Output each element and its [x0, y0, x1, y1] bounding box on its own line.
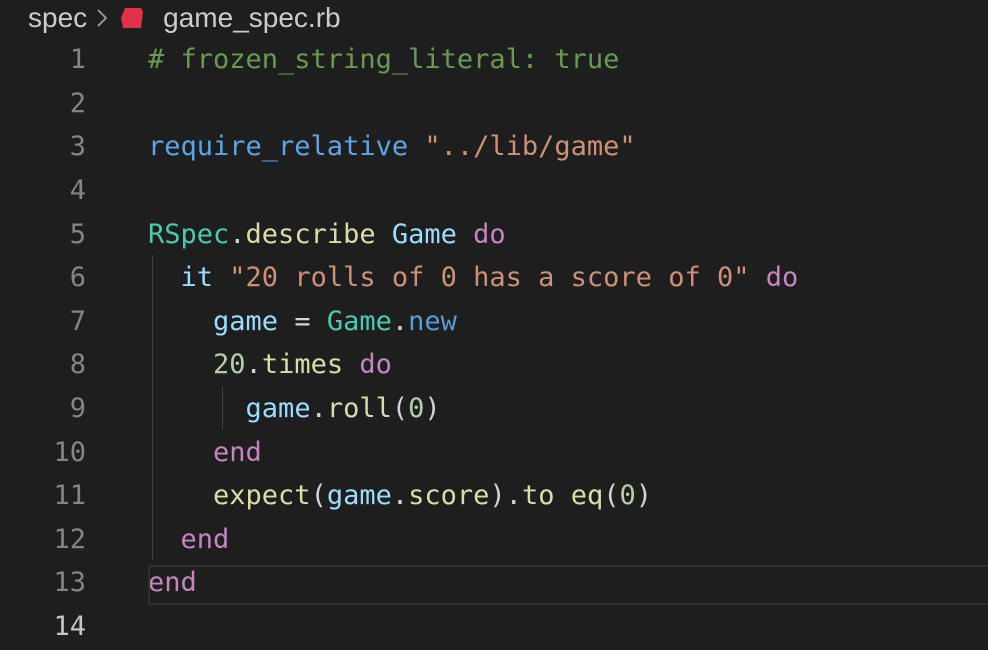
code-line[interactable]: 2	[0, 82, 988, 126]
line-number: 7	[69, 305, 86, 337]
code-token: game	[245, 393, 311, 425]
code-text: require_relative "../lib/game"	[148, 125, 636, 169]
line-number: 6	[69, 262, 86, 294]
chevron-right-icon	[95, 7, 109, 29]
code-token: expect	[213, 480, 311, 512]
code-text: game = Game. new	[148, 300, 457, 344]
code-line[interactable]: 9 game. roll(0)	[0, 387, 988, 431]
code-token: describe	[245, 218, 376, 250]
code-token: new	[408, 305, 457, 337]
current-line-highlight	[148, 565, 988, 605]
line-number: 13	[53, 567, 86, 599]
line-number: 14	[53, 611, 86, 643]
code-line[interactable]: 5 RSpec. describe Game do	[0, 212, 988, 256]
code-token: "../lib/game"	[424, 131, 636, 163]
code-token: 0	[619, 480, 636, 512]
code-token: to	[521, 480, 555, 512]
code-token: "20 rolls of 0 has a score of 0"	[229, 262, 750, 294]
line-number: 8	[69, 349, 86, 381]
code-token: (	[310, 480, 327, 512]
breadcrumb-file[interactable]: game_spec.rb	[163, 2, 340, 34]
line-number: 3	[69, 131, 86, 163]
code-token: ).	[489, 480, 522, 512]
line-number: 12	[53, 523, 86, 555]
code-text: end	[148, 430, 262, 474]
line-number: 10	[53, 436, 86, 468]
code-token: do	[359, 349, 392, 381]
code-line[interactable]: 12 end	[0, 518, 988, 562]
code-token: Game	[326, 305, 392, 337]
code-token: .	[391, 305, 409, 337]
code-token: )	[635, 480, 653, 512]
line-number: 2	[69, 87, 86, 119]
code-token: 0	[408, 393, 425, 425]
code-token: roll	[326, 393, 392, 425]
line-number: 11	[53, 480, 86, 512]
code-token: .	[310, 393, 327, 425]
code-line[interactable]: 14	[0, 605, 988, 649]
code-text: RSpec. describe Game do	[148, 212, 506, 256]
breadcrumb-folder[interactable]: spec	[28, 2, 87, 34]
code-text: end	[148, 518, 230, 562]
code-token: require_relative	[148, 131, 409, 163]
code-text: expect(game. score). to eq(0)	[148, 474, 652, 518]
breadcrumb: spec game_spec.rb	[0, 0, 988, 36]
code-token: do	[473, 218, 506, 250]
code-line[interactable]: 1 # frozen_string_literal: true	[0, 38, 988, 82]
indent-guide	[152, 255, 153, 560]
code-token: (	[391, 393, 409, 425]
code-token: end	[180, 523, 230, 555]
code-line[interactable]: 10 end	[0, 430, 988, 474]
code-token: end	[213, 436, 262, 468]
code-token: (	[603, 480, 620, 512]
code-token: # frozen_string_literal: true	[148, 44, 620, 76]
line-number: 5	[69, 218, 86, 250]
code-token: =	[278, 305, 327, 337]
code-text: # frozen_string_literal: true	[148, 38, 619, 82]
code-token: game	[213, 305, 279, 337]
code-token: do	[765, 262, 799, 294]
code-line[interactable]: 11 expect(game. score). to eq(0)	[0, 474, 988, 518]
code-token: times	[261, 349, 344, 381]
line-number: 9	[69, 393, 86, 425]
code-line[interactable]: 4	[0, 169, 988, 213]
code-token: .	[245, 349, 262, 381]
code-token: Game	[391, 218, 457, 250]
line-number: 1	[69, 44, 86, 76]
code-token: game	[326, 480, 392, 512]
code-line[interactable]: 6 it "20 rolls of 0 has a score of 0" do	[0, 256, 988, 300]
line-number: 4	[69, 175, 86, 207]
code-token: eq	[570, 480, 604, 512]
code-token: .	[391, 480, 409, 512]
code-token: 20	[213, 349, 246, 381]
code-token: )	[424, 393, 441, 425]
code-text: it "20 rolls of 0 has a score of 0" do	[148, 256, 799, 300]
code-line[interactable]: 8 20. times do	[0, 343, 988, 387]
code-area[interactable]: 1 # frozen_string_literal: true 2 3 require_…	[0, 38, 988, 648]
indent-guide	[222, 386, 223, 430]
code-text: game. roll(0)	[148, 387, 441, 431]
code-text: 20. times do	[148, 343, 392, 387]
code-line[interactable]: 7 game = Game. new	[0, 300, 988, 344]
code-line[interactable]: 3 require_relative "../lib/game"	[0, 125, 988, 169]
code-token: RSpec	[148, 218, 230, 250]
code-editor[interactable]: spec game_spec.rb 1 # frozen_string_liter…	[0, 0, 988, 650]
code-token: it	[180, 262, 214, 294]
code-token: .	[229, 218, 246, 250]
code-token: score	[408, 480, 490, 512]
ruby-file-icon	[119, 6, 145, 30]
